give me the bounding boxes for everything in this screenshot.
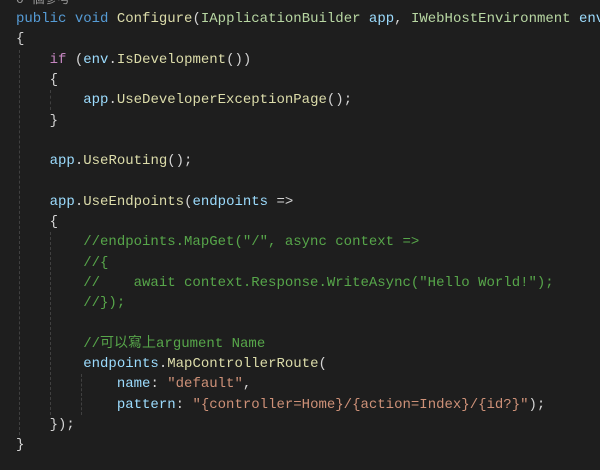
code-line: //{ xyxy=(16,253,108,273)
code-token: { xyxy=(16,71,59,88)
code-line: //endpoints.MapGet("/", async context => xyxy=(16,232,419,252)
code-token: : xyxy=(150,376,168,393)
code-line: }); xyxy=(16,415,75,435)
code-token: , xyxy=(394,11,411,27)
code-token: . xyxy=(74,193,84,210)
code-token: //可以寫上argument Name xyxy=(83,335,266,352)
code-token: name xyxy=(116,376,151,393)
code-line: //可以寫上argument Name xyxy=(16,334,265,354)
reference-count-codelens[interactable]: 0 個參考 xyxy=(16,0,71,9)
code-token: //}); xyxy=(83,295,126,312)
code-line: endpoints.MapControllerRoute( xyxy=(16,354,327,374)
code-token: , xyxy=(242,376,252,393)
code-token: "default" xyxy=(167,376,243,393)
indent-guide xyxy=(81,374,82,415)
code-token: . xyxy=(158,356,168,373)
code-token: } xyxy=(16,437,25,454)
code-token: endpoints xyxy=(192,193,269,210)
code-token: app xyxy=(49,193,75,210)
code-line: name: "default", xyxy=(16,374,251,394)
code-line: //}); xyxy=(16,293,125,313)
code-token: ( xyxy=(192,11,201,27)
code-token: if xyxy=(49,51,67,68)
code-line: { xyxy=(16,29,24,49)
code-line: pattern: "{controller=Home}/{action=Inde… xyxy=(16,395,546,415)
code-line: public void Configure(IApplicationBuilde… xyxy=(16,9,600,29)
code-token: //endpoints.MapGet("/", async context => xyxy=(83,234,420,251)
code-token: UseRouting xyxy=(83,153,168,170)
code-token: public xyxy=(16,11,67,27)
code-line: } xyxy=(16,111,58,131)
code-token: (); xyxy=(326,92,353,109)
code-token: "{controller=Home}/{action=Index}/{id?}" xyxy=(192,396,529,413)
code-token: IsDevelopment xyxy=(116,51,227,68)
code-token: : xyxy=(175,396,193,413)
code-token: => xyxy=(268,193,294,210)
code-line: app.UseRouting(); xyxy=(16,151,193,171)
code-line: if (env.IsDevelopment()) xyxy=(16,50,252,70)
code-token: ); xyxy=(528,396,546,413)
code-token: MapControllerRoute xyxy=(167,356,319,373)
code-token: . xyxy=(108,51,117,68)
code-token: // await context.Response.WriteAsync("He… xyxy=(83,274,554,291)
code-token: { xyxy=(16,214,59,230)
indent-guide xyxy=(50,90,51,111)
code-token: Configure xyxy=(116,11,193,27)
code-editor[interactable]: 0 個參考 public void Configure(IApplication… xyxy=(0,0,600,470)
code-token: //{ xyxy=(83,254,109,271)
code-token: app xyxy=(83,92,109,109)
code-token: { xyxy=(16,31,25,48)
code-token: ( xyxy=(318,356,327,373)
code-token: env xyxy=(83,51,109,68)
code-token: app xyxy=(368,11,395,27)
indent-guide xyxy=(50,232,51,415)
code-token: } xyxy=(16,112,59,129)
code-token: }); xyxy=(16,417,75,433)
code-token: void xyxy=(74,11,109,27)
code-line: app.UseDeveloperExceptionPage(); xyxy=(16,90,352,110)
code-line: } xyxy=(16,435,24,455)
indent-guide xyxy=(19,49,20,436)
code-token: endpoints xyxy=(83,356,159,373)
code-token: UseDeveloperExceptionPage xyxy=(116,92,327,109)
code-token: UseEndpoints xyxy=(83,193,185,210)
code-token: IWebHostEnvironment xyxy=(410,11,571,27)
code-line: // await context.Response.WriteAsync("He… xyxy=(16,273,554,293)
code-token: (); xyxy=(167,153,193,170)
code-token: pattern xyxy=(116,396,176,413)
code-line: app.UseEndpoints(endpoints => xyxy=(16,192,294,212)
code-token: IApplicationBuilder xyxy=(200,11,361,27)
code-token: ( xyxy=(66,51,84,68)
code-token: . xyxy=(108,92,117,109)
code-token: ()) xyxy=(226,51,252,68)
code-token: app xyxy=(49,153,75,170)
code-line: { xyxy=(16,212,58,232)
code-token: env xyxy=(579,11,600,27)
code-token: . xyxy=(74,153,84,170)
code-line: { xyxy=(16,70,58,90)
